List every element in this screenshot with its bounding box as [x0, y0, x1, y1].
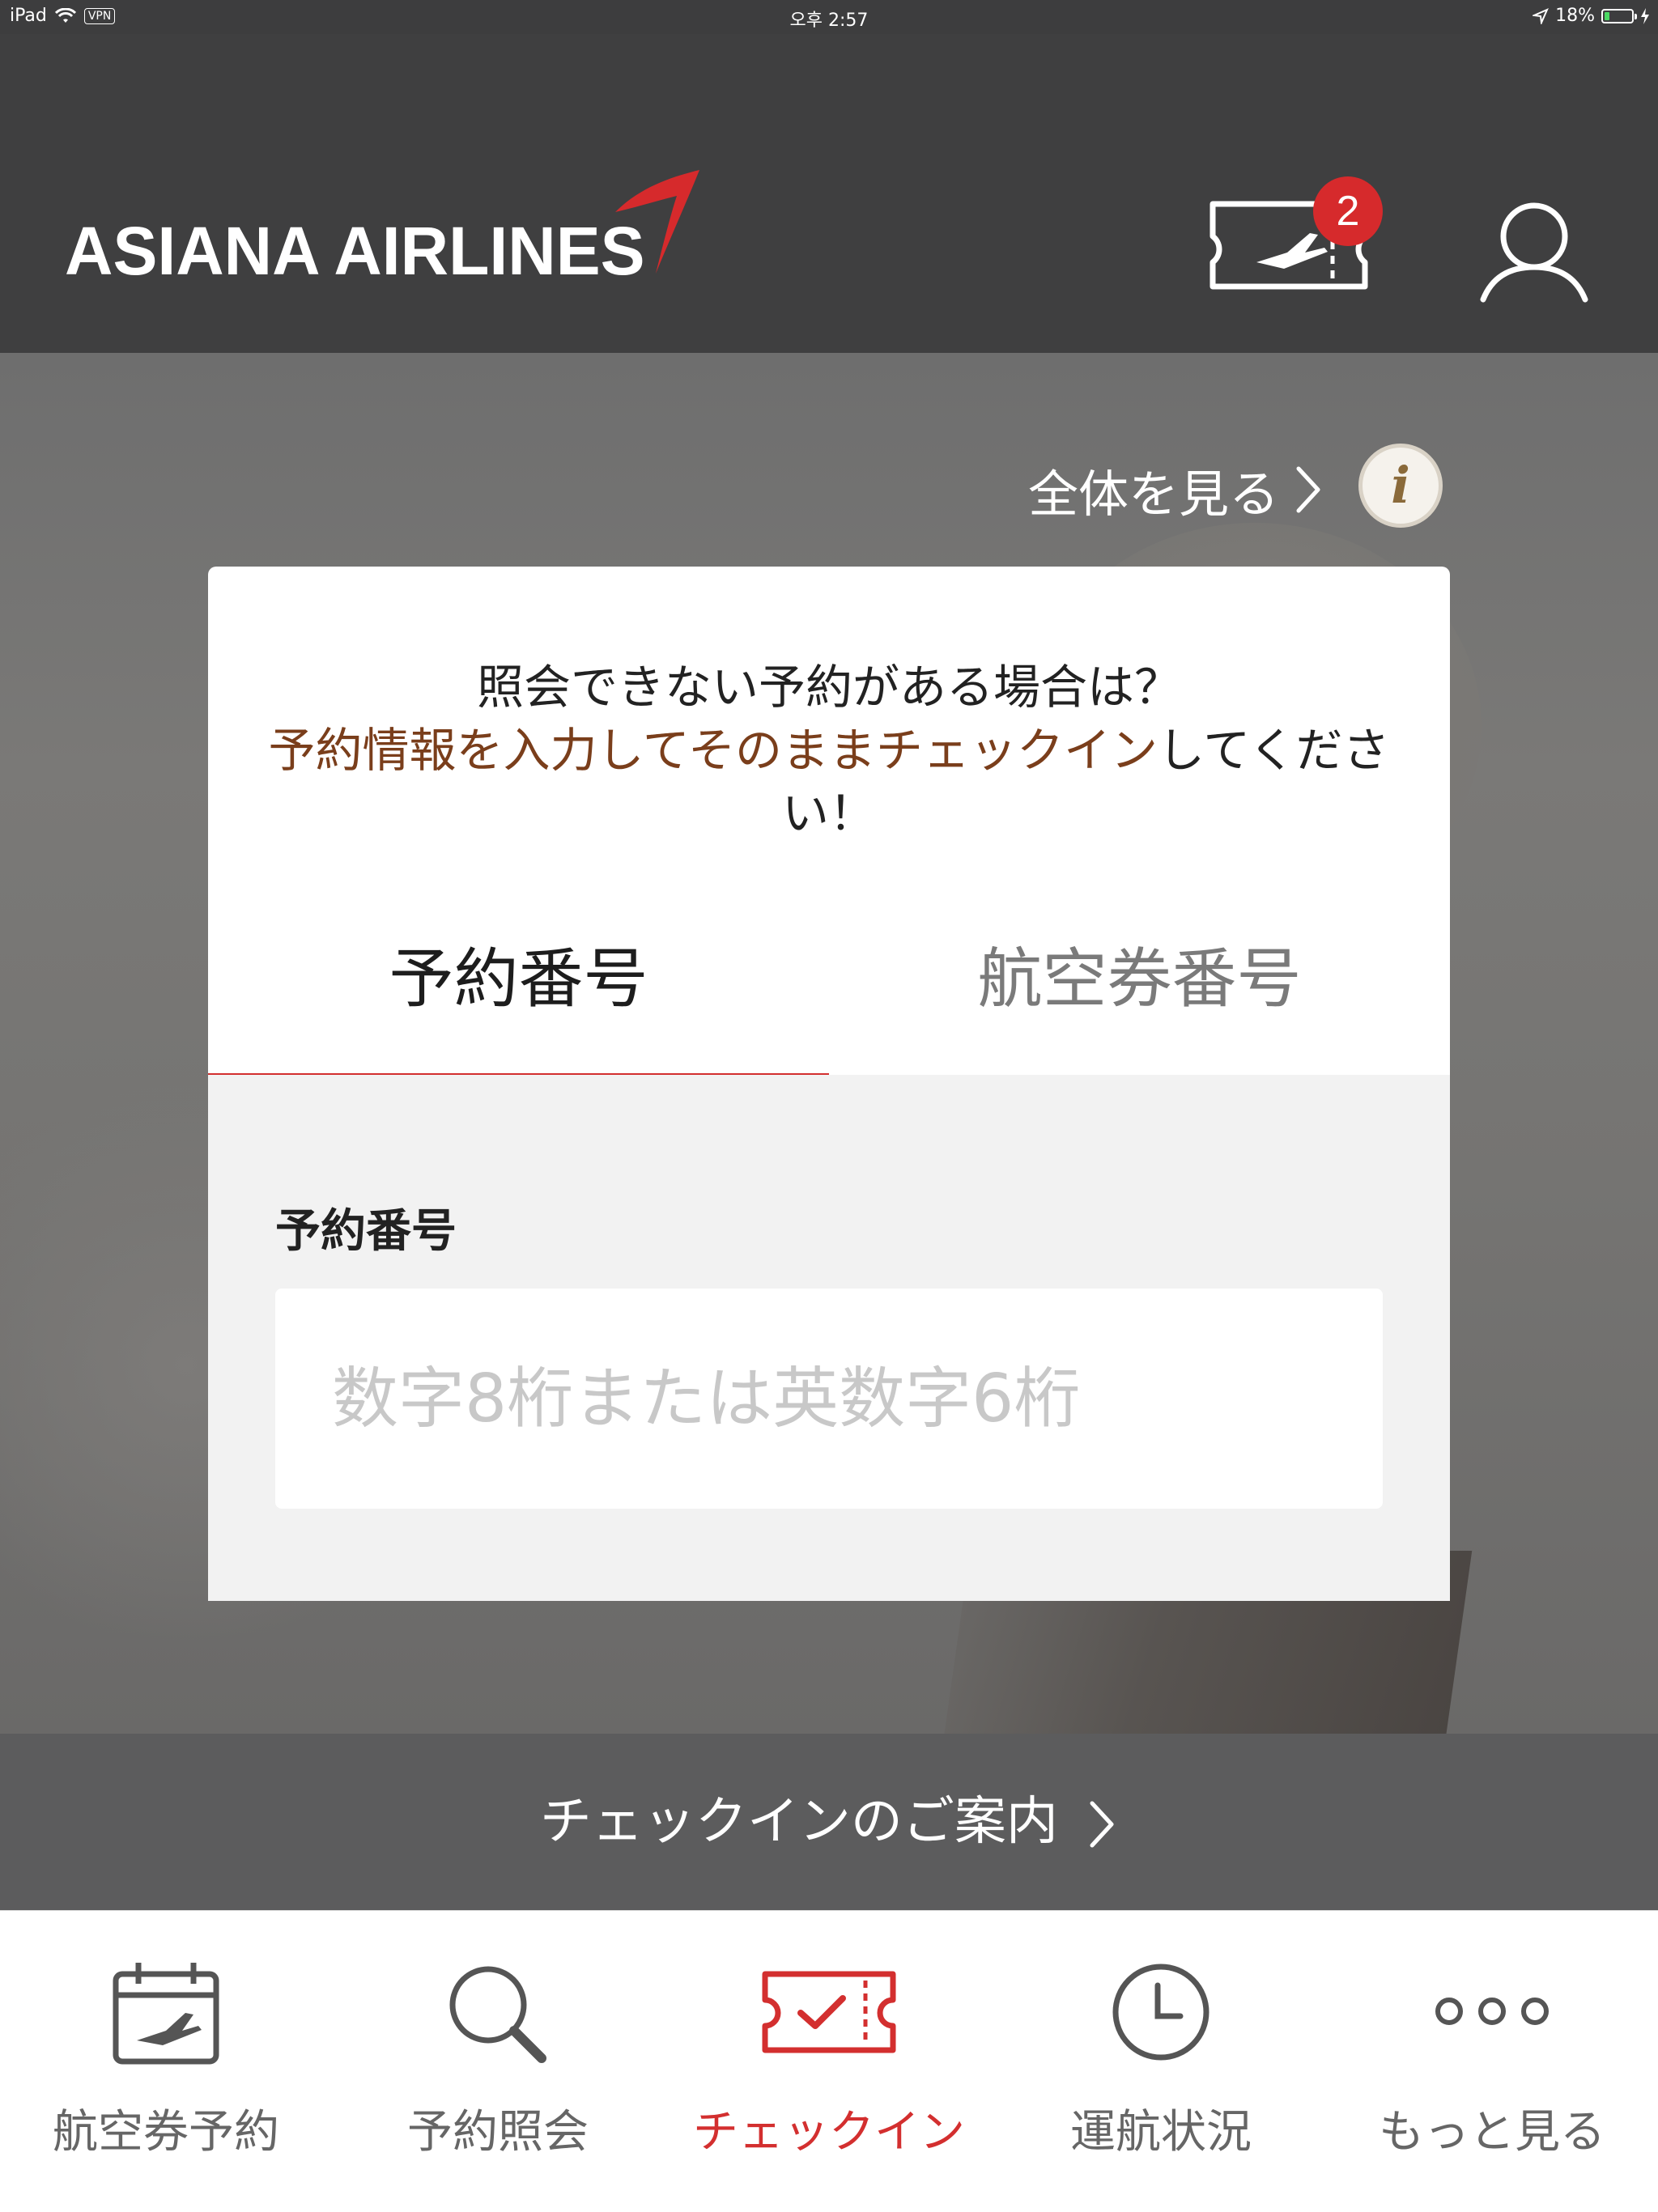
view-all-label: 全体を見る [1028, 465, 1280, 524]
lookup-tabs: 予約番号 航空券番号 [208, 923, 1450, 1073]
tab-reservation-lookup[interactable]: 予約照会 [332, 1911, 664, 2212]
charging-icon [1641, 7, 1649, 24]
battery-percent: 18% [1555, 6, 1595, 26]
location-icon [1533, 7, 1550, 24]
checkin-guide-link[interactable]: チェックインのご案内 [0, 1734, 1658, 1910]
tab-flight-status[interactable]: 運航状況 [995, 1911, 1327, 2212]
chevron-right-icon [1090, 1801, 1114, 1848]
search-icon [449, 1966, 546, 2063]
checkin-guide-label: チェックインのご案内 [539, 1792, 1058, 1852]
tab-label: 予約照会 [407, 2106, 589, 2159]
reservation-number-input[interactable] [275, 1289, 1383, 1509]
tab-label: もっと見る [1379, 2106, 1605, 2159]
info-button[interactable]: i [1358, 444, 1443, 528]
notice-line-2: 予約情報を入力してそのままチェックインしてください！ [257, 719, 1401, 845]
tab-ticket-number[interactable]: 航空券番号 [829, 923, 1450, 1073]
brand-wing-logo [615, 170, 699, 274]
battery-icon [1601, 8, 1637, 23]
clock-icon [1112, 1964, 1209, 2061]
notification-badge: 2 [1313, 176, 1383, 246]
account-button[interactable] [1473, 196, 1595, 317]
tab-label: チェックイン [693, 2106, 965, 2159]
app-header: ASIANA AIRLINES 2 [0, 34, 1658, 353]
lookup-form: 予約番号 [208, 1075, 1450, 1601]
notice-line-1: 照会できない予約がある場合は？ [476, 660, 1181, 715]
more-dots-icon [1435, 1998, 1549, 2025]
calendar-plane-icon [113, 1963, 219, 2065]
tab-checkin[interactable]: チェックイン [663, 1911, 995, 2212]
lookup-notice: 照会できない予約がある場合は？ 予約情報を入力してそのままチェックインしてくださ… [257, 656, 1401, 845]
status-time: 오후 2:57 [789, 11, 869, 31]
tab-label: 運航状況 [1070, 2106, 1252, 2159]
checkin-ticket-icon [762, 1971, 896, 2053]
reservation-number-label: 予約番号 [275, 1205, 457, 1258]
notice-highlight: 予約情報を入力してそのままチェックイン [268, 723, 1158, 778]
status-bar: iPad VPN 오후 2:57 18% [0, 0, 1658, 34]
tab-label: 航空券予約 [53, 2106, 279, 2159]
view-all-link[interactable]: 全体を見る [1028, 453, 1323, 526]
tab-reservation-number[interactable]: 予約番号 [208, 923, 829, 1073]
tab-more[interactable]: もっと見る [1326, 1911, 1658, 2212]
chevron-right-icon [1296, 466, 1320, 513]
bottom-tab-bar: 航空券予約 予約照会 チェックイン 運航状況 もっと見る [0, 1910, 1658, 2212]
brand-logo-text: ASIANA AIRLINES [65, 213, 645, 289]
tab-flight-booking[interactable]: 航空券予約 [0, 1911, 332, 2212]
user-icon [1480, 202, 1588, 303]
reservation-lookup-card: 照会できない予約がある場合は？ 予約情報を入力してそのままチェックインしてくださ… [208, 567, 1450, 1601]
